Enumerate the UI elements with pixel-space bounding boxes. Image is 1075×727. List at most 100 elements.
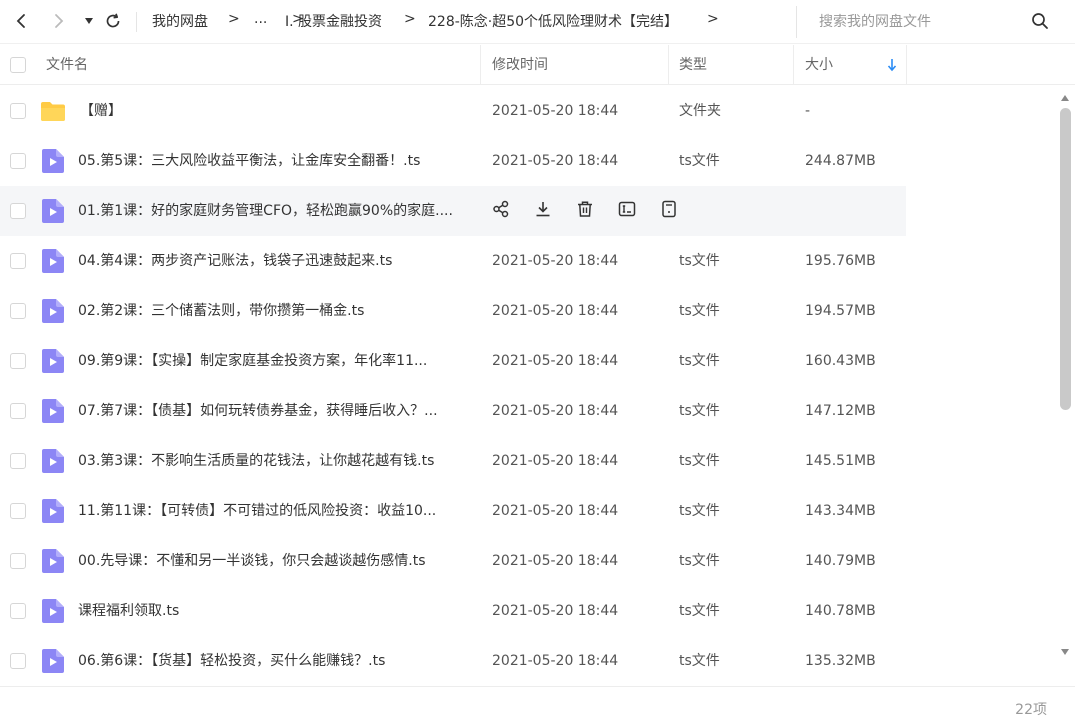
row-checkbox[interactable] <box>10 103 26 119</box>
file-name[interactable]: 00.先导课：不懂和另一半谈钱，你只会越谈越伤感情.ts <box>78 536 426 586</box>
nav-divider <box>136 12 137 32</box>
video-file-icon <box>42 499 64 527</box>
file-name[interactable]: 09.第9课：【实操】制定家庭基金投资方案，年化率11... <box>78 336 427 386</box>
file-name[interactable]: 课程福利领取.ts <box>78 586 179 636</box>
file-type: ts文件 <box>679 253 720 269</box>
file-row[interactable]: 00.先导课：不懂和另一半谈钱，你只会越谈越伤感情.ts 2021-05-20 1… <box>0 536 906 586</box>
modified-time: 2021-05-20 18:44 <box>492 153 619 169</box>
file-size: 143.34MB <box>805 503 876 519</box>
breadcrumb-folder-stocks[interactable]: I. 股票金融投资 <box>285 11 382 31</box>
search-box <box>796 6 1066 38</box>
file-row[interactable]: 04.第4课：两步资产记账法，钱袋子迅速鼓起来.ts 2021-05-20 18:… <box>0 236 906 286</box>
file-name[interactable]: 11.第11课：【可转债】不可错过的低风险投资：收益10... <box>78 486 436 536</box>
column-header-size[interactable]: 大小 <box>805 45 833 85</box>
row-checkbox[interactable] <box>10 653 26 669</box>
modified-time: 2021-05-20 18:44 <box>492 503 619 519</box>
scroll-up-icon[interactable] <box>1060 90 1070 106</box>
breadcrumb-home[interactable]: 我的网盘 <box>152 11 208 31</box>
file-type: 文件夹 <box>679 103 721 119</box>
file-row[interactable]: 11.第11课：【可转债】不可错过的低风险投资：收益10... 2021-05-2… <box>0 486 906 536</box>
row-checkbox[interactable] <box>10 603 26 619</box>
row-checkbox[interactable] <box>10 503 26 519</box>
row-checkbox[interactable] <box>10 153 26 169</box>
file-type: ts文件 <box>679 653 720 669</box>
file-size: - <box>805 103 811 119</box>
file-type: ts文件 <box>679 303 720 319</box>
file-row[interactable]: 【赠】 2021-05-20 18:44 文件夹 - <box>0 86 906 136</box>
row-checkbox[interactable] <box>10 253 26 269</box>
file-list-header: 文件名 修改时间 类型 大小 <box>0 45 1075 85</box>
top-nav-bar: 我的网盘 > ... > I. 股票金融投资 > 228-陈念·超50个低风险理… <box>0 0 1075 44</box>
video-file-icon <box>42 149 64 177</box>
file-size: 135.32MB <box>805 653 876 669</box>
video-file-icon <box>42 349 64 377</box>
rename-icon[interactable] <box>618 200 660 222</box>
file-size: 244.87MB <box>805 153 876 169</box>
file-name[interactable]: 07.第7课：【债基】如何玩转债券基金，获得睡后收入？... <box>78 386 438 436</box>
column-divider <box>906 45 907 85</box>
file-row[interactable]: 课程福利领取.ts 2021-05-20 18:44 ts文件 140.78MB <box>0 586 906 636</box>
download-icon[interactable] <box>534 200 576 222</box>
row-checkbox[interactable] <box>10 403 26 419</box>
scrollbar-thumb[interactable] <box>1060 108 1071 410</box>
modified-time: 2021-05-20 18:44 <box>492 553 619 569</box>
file-name[interactable]: 【赠】 <box>80 86 122 136</box>
row-checkbox[interactable] <box>10 353 26 369</box>
modified-time: 2021-05-20 18:44 <box>492 253 619 269</box>
breadcrumb-ellipsis[interactable]: ... <box>254 11 267 27</box>
video-file-icon <box>42 599 64 627</box>
file-row[interactable]: 03.第3课：不影响生活质量的花钱法，让你越花越有钱.ts 2021-05-20 … <box>0 436 906 486</box>
file-name[interactable]: 06.第6课：【货基】轻松投资，买什么能赚钱？.ts <box>78 636 385 686</box>
search-icon[interactable] <box>1031 12 1049 34</box>
file-row[interactable]: 07.第7课：【债基】如何玩转债券基金，获得睡后收入？... 2021-05-20… <box>0 386 906 436</box>
column-divider[interactable] <box>793 45 794 85</box>
video-file-icon <box>42 549 64 577</box>
breadcrumb-more[interactable]: > <box>707 11 719 27</box>
file-row[interactable]: 01.第1课：好的家庭财务管理CFO，轻松跑赢90%的家庭.... <box>0 186 906 236</box>
folder-icon <box>40 100 66 126</box>
file-row[interactable]: 06.第6课：【货基】轻松投资，买什么能赚钱？.ts 2021-05-20 18:… <box>0 636 906 686</box>
modified-time: 2021-05-20 18:44 <box>492 303 619 319</box>
row-checkbox[interactable] <box>10 303 26 319</box>
file-name[interactable]: 02.第2课：三个储蓄法则，带你攒第一桶金.ts <box>78 286 364 336</box>
modified-time: 2021-05-20 18:44 <box>492 353 619 369</box>
column-divider[interactable] <box>668 45 669 85</box>
video-file-icon <box>42 449 64 477</box>
file-name[interactable]: 04.第4课：两步资产记账法，钱袋子迅速鼓起来.ts <box>78 236 392 286</box>
video-file-icon <box>42 199 64 227</box>
modified-time: 2021-05-20 18:44 <box>492 403 619 419</box>
more-icon[interactable] <box>660 200 702 222</box>
breadcrumb-current-folder[interactable]: 228-陈念·超50个低风险理财术【完结】 <box>428 11 678 31</box>
column-header-name[interactable]: 文件名 <box>46 45 88 85</box>
row-checkbox[interactable] <box>10 553 26 569</box>
column-divider[interactable] <box>480 45 481 85</box>
refresh-icon[interactable] <box>102 10 124 32</box>
file-type: ts文件 <box>679 453 720 469</box>
delete-icon[interactable] <box>576 200 618 222</box>
file-row[interactable]: 09.第9课：【实操】制定家庭基金投资方案，年化率11... 2021-05-20… <box>0 336 906 386</box>
breadcrumb-separator: > <box>404 11 416 27</box>
search-input[interactable] <box>819 10 1019 34</box>
history-dropdown-icon[interactable] <box>78 10 100 32</box>
file-size: 140.78MB <box>805 603 876 619</box>
file-name[interactable]: 01.第1课：好的家庭财务管理CFO，轻松跑赢90%的家庭.... <box>78 186 453 236</box>
file-row[interactable]: 02.第2课：三个储蓄法则，带你攒第一桶金.ts 2021-05-20 18:44… <box>0 286 906 336</box>
modified-time: 2021-05-20 18:44 <box>492 603 619 619</box>
breadcrumb-separator: > <box>228 11 240 27</box>
scroll-down-icon[interactable] <box>1060 644 1070 660</box>
column-header-modified[interactable]: 修改时间 <box>492 45 548 85</box>
file-name[interactable]: 03.第3课：不影响生活质量的花钱法，让你越花越有钱.ts <box>78 436 434 486</box>
file-name[interactable]: 05.第5课：三大风险收益平衡法，让金库安全翻番！.ts <box>78 136 420 186</box>
row-checkbox[interactable] <box>10 203 26 219</box>
row-checkbox[interactable] <box>10 453 26 469</box>
select-all-checkbox[interactable] <box>10 57 26 73</box>
file-type: ts文件 <box>679 503 720 519</box>
file-type: ts文件 <box>679 353 720 369</box>
sort-descending-icon[interactable] <box>887 58 897 76</box>
share-icon[interactable] <box>492 200 534 222</box>
file-row[interactable]: 05.第5课：三大风险收益平衡法，让金库安全翻番！.ts 2021-05-20 1… <box>0 136 906 186</box>
forward-icon[interactable] <box>48 10 70 32</box>
row-action-toolbar <box>492 200 702 222</box>
column-header-type[interactable]: 类型 <box>679 45 707 85</box>
back-icon[interactable] <box>10 10 32 32</box>
